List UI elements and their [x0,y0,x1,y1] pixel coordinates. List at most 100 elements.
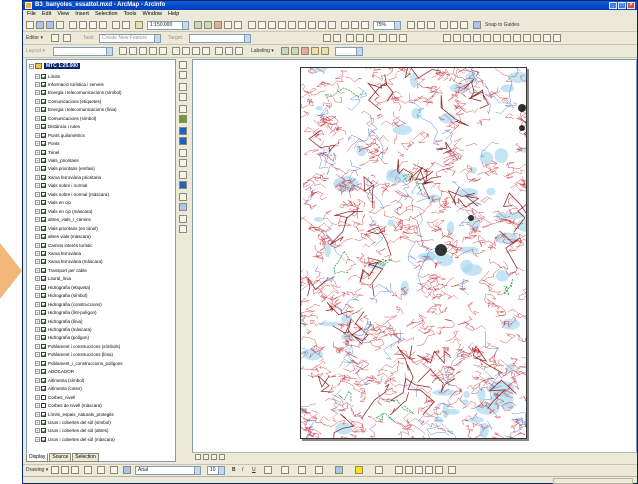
fixed-zoom-out-map-icon[interactable] [179,93,187,101]
toc-layer-row[interactable]: + Vials prioritaris (en túnel) [35,224,98,232]
layout-view-icon[interactable] [407,21,415,29]
expand-icon[interactable]: + [35,115,40,121]
toc-layer-row[interactable]: + Comunicacions (etiquetes) [35,97,101,105]
layer-visibility-checkbox[interactable] [41,73,46,79]
chevron-down-icon[interactable] [218,467,224,474]
new-text-icon[interactable] [97,466,105,474]
expand-icon[interactable]: + [35,259,40,265]
layer-visibility-checkbox[interactable] [41,208,46,214]
open-folder-icon[interactable] [36,21,44,29]
save-icon[interactable] [46,21,54,29]
toc-layer-row[interactable]: + Vials en cip [35,199,71,207]
flicker-icon[interactable] [172,47,180,55]
zoom-100-icon[interactable] [288,21,296,29]
layer-visibility-checkbox[interactable] [41,81,46,87]
advanced-edit-8-icon[interactable] [513,34,521,42]
expand-icon[interactable]: + [35,200,40,206]
toc-layer-row[interactable]: + Túnel [35,148,59,156]
snap-to-guides-label[interactable]: Snap to Guides [485,21,519,30]
expand-icon[interactable]: + [35,343,40,349]
topology-edit-icon[interactable] [356,34,364,42]
toc-layer-row[interactable]: + Usos i cobertes del sòl (símbol) [35,418,111,426]
expand-icon[interactable]: + [35,81,40,87]
toc-layer-row[interactable]: + Hidrografia (polígon) [35,334,89,342]
toc-layer-row[interactable]: + Usos i cobertes del sòl (màscara) [35,435,115,443]
layer-visibility-checkbox[interactable] [41,183,46,189]
fill-color-icon[interactable] [281,466,289,474]
layer-visibility-checkbox[interactable] [41,242,46,248]
toc-layer-row[interactable]: + Hidrografia (línia) [35,317,83,325]
marker-color-icon[interactable] [315,466,323,474]
layout-view[interactable] [192,59,637,462]
font-icon[interactable] [123,466,131,474]
menu-tools[interactable]: Tools [123,10,138,19]
focus-data-frame-icon[interactable] [351,21,359,29]
toc-data-frame[interactable]: − MTC 1:25.000 [29,62,80,70]
identify-icon[interactable] [119,47,127,55]
drawing-menu[interactable]: Drawing ▾ [26,466,48,475]
toc-layer-row[interactable]: + Hidrografia (etiqueta) [35,283,90,291]
expand-icon[interactable]: + [35,124,40,130]
layer-visibility-checkbox[interactable] [41,394,46,400]
toc-layer-row[interactable]: + Vials sobre i normal (màscara) [35,190,109,198]
ungroup-icon[interactable] [425,466,433,474]
layer-visibility-checkbox[interactable] [41,149,46,155]
chevron-down-icon[interactable] [182,22,188,29]
guides-icon[interactable] [460,21,468,29]
order-icon[interactable] [435,466,443,474]
layer-visibility-checkbox[interactable] [41,301,46,307]
lock-labels-icon[interactable] [311,47,319,55]
zoom-whole-page-icon[interactable] [278,21,286,29]
layout-combo[interactable] [53,47,113,56]
expand-icon[interactable]: + [35,132,40,138]
layer-visibility-checkbox[interactable] [41,377,46,383]
expand-icon[interactable]: + [35,225,40,231]
print-icon[interactable] [56,21,64,29]
expand-icon[interactable]: + [35,386,40,392]
forward-arrow-icon[interactable] [179,137,187,145]
layer-visibility-checkbox[interactable] [41,217,46,223]
expand-icon[interactable]: + [35,174,40,180]
toc-layer-row[interactable]: + Camins interès turístic [35,241,93,249]
toc-layer-row[interactable]: + Poblament_i_construccions_polígons [35,359,123,367]
expand-icon[interactable]: + [35,183,40,189]
expand-icon[interactable]: + [35,158,40,163]
full-extent-icon[interactable] [179,115,187,123]
label-priority-icon[interactable] [291,47,299,55]
show-shared-features-icon[interactable] [379,34,387,42]
brightness-icon[interactable] [202,47,210,55]
identify-info-icon[interactable] [179,181,187,189]
close-button[interactable]: × [627,2,635,9]
expand-icon[interactable]: + [35,217,40,223]
expand-icon[interactable]: + [35,377,40,383]
toc-layer-row[interactable]: + Poblament i construccions (línia) [35,351,113,359]
advanced-edit-6-icon[interactable] [493,34,501,42]
go-forward-extent-icon[interactable] [328,21,336,29]
select-elements-pointer-icon[interactable] [51,466,59,474]
expand-icon[interactable]: + [35,191,40,197]
toc-layer-row[interactable]: + Distància i rutes [35,123,80,131]
highlight-color-icon[interactable] [355,466,363,474]
layer-visibility-checkbox[interactable] [41,90,46,96]
change-layout-icon[interactable] [361,21,369,29]
advanced-edit-9-icon[interactable] [523,34,531,42]
toc-layer-row[interactable]: + ADOCADOR [35,368,74,376]
expand-icon[interactable]: + [35,284,40,290]
toc-layer-row[interactable]: + Altimetria (cotes) [35,385,82,393]
add-data-icon[interactable] [135,21,143,29]
expand-icon[interactable]: + [35,293,40,299]
expand-icon[interactable]: + [35,301,40,307]
layer-visibility-checkbox[interactable] [41,267,46,273]
layer-visibility-checkbox[interactable] [41,335,46,341]
find-binoculars-icon[interactable] [179,193,187,201]
layer-visibility-checkbox[interactable] [41,158,46,163]
layer-visibility-checkbox[interactable] [41,293,46,299]
advanced-edit-10-icon[interactable] [533,34,541,42]
toc-layer-row[interactable]: + altres vials (màscara) [35,233,91,241]
expand-icon[interactable]: + [35,208,40,214]
whats-this-icon[interactable] [234,21,242,29]
toc-layer-row[interactable]: + Vials prioritaris (emfasi) [35,165,95,173]
expand-icon[interactable]: + [35,98,40,104]
expand-icon[interactable]: + [35,149,40,155]
line-color-icon[interactable] [298,466,306,474]
